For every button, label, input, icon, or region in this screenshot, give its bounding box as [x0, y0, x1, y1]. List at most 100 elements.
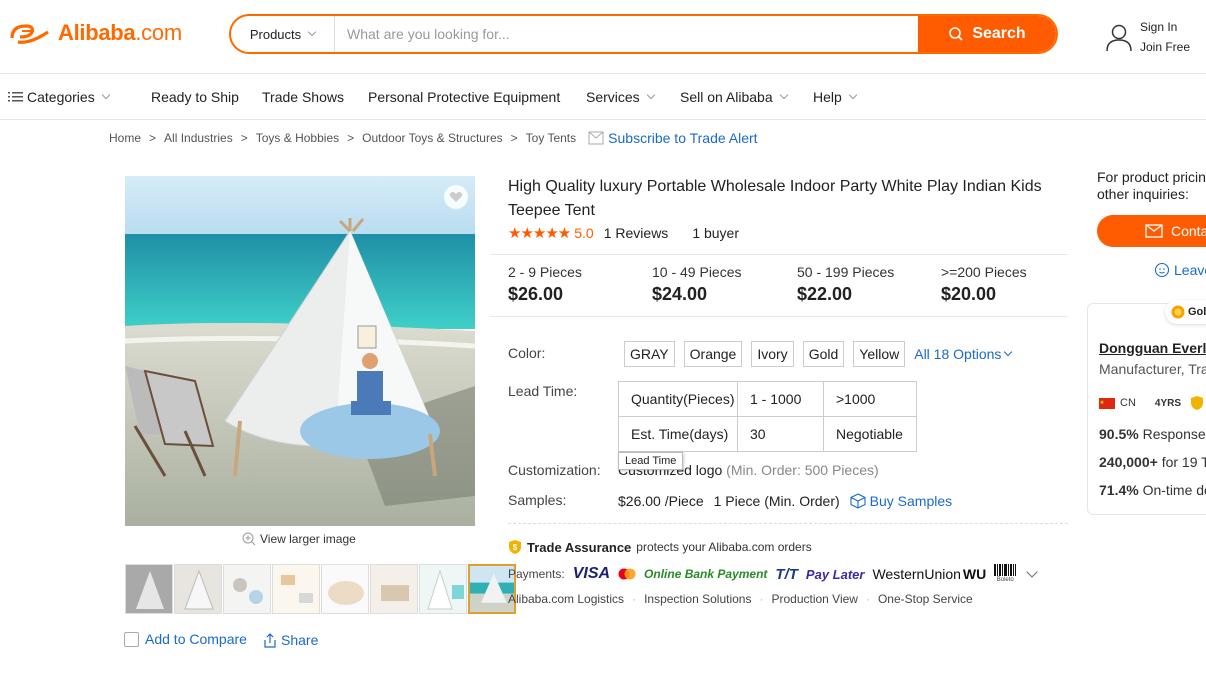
search-input[interactable]: [335, 16, 918, 52]
all-options-link[interactable]: All 18 Options: [914, 346, 1013, 362]
nav-services[interactable]: Services: [586, 89, 655, 105]
supplier-name[interactable]: Dongguan Everlea: [1099, 340, 1206, 356]
price-tiers: 2 - 9 Pieces $26.00 10 - 49 Pieces $24.00 …: [490, 254, 1068, 317]
thumbnail-image: [371, 565, 417, 613]
share-button[interactable]: Share: [262, 632, 318, 648]
price-tier-qty: 50 - 199 Pieces: [797, 264, 895, 280]
favorite-button[interactable]: [444, 185, 468, 209]
thumbnail[interactable]: [321, 564, 369, 614]
contact-supplier-button[interactable]: Conta: [1097, 215, 1206, 247]
customization-label: Customization:: [508, 462, 601, 478]
leave-message-link[interactable]: Leave: [1154, 262, 1206, 278]
thumbnail[interactable]: [125, 564, 173, 614]
compare-label: Add to Compare: [145, 631, 247, 647]
breadcrumb-item[interactable]: Toys & Hobbies: [256, 131, 339, 145]
trade-assurance[interactable]: $ Trade Assurance protects your Alibaba.…: [508, 539, 812, 555]
nav-trade-shows[interactable]: Trade Shows: [262, 89, 344, 105]
response-rate: 90.5% Response: [1099, 426, 1206, 442]
on-time-value: 71.4%: [1099, 482, 1139, 498]
rating-score: 5.0: [574, 225, 594, 241]
logo-text: Alibaba: [58, 20, 136, 45]
service-link[interactable]: One-Stop Service: [878, 592, 973, 606]
breadcrumb-item[interactable]: All Industries: [164, 131, 233, 145]
search-category-select[interactable]: Products: [231, 16, 335, 52]
breadcrumb: Home > All Industries > Toys & Hobbies > Ou…: [109, 130, 758, 146]
chevron-down-icon[interactable]: [1026, 566, 1038, 578]
gold-medal-icon: [1171, 305, 1185, 319]
subscribe-label: Subscribe to Trade Alert: [608, 130, 758, 146]
nav-label: Personal Protective Equipment: [368, 89, 561, 105]
samples-label: Samples:: [508, 492, 567, 508]
color-option[interactable]: Yellow: [853, 341, 906, 367]
alibaba-logo[interactable]: Alibaba.com: [8, 20, 182, 46]
wu-text: WU: [962, 566, 987, 582]
thumbnail-image: [420, 565, 466, 613]
thumbnail[interactable]: [370, 564, 418, 614]
chevron-down-icon: [646, 90, 655, 100]
buyer-count: 1 buyer: [692, 225, 740, 241]
boleto-text: Boleto: [996, 577, 1014, 583]
subscribe-trade-alert[interactable]: Subscribe to Trade Alert: [588, 130, 758, 146]
view-larger-label: View larger image: [260, 532, 356, 546]
service-links: Alibaba.com Logistics · Inspection Soluti…: [508, 592, 973, 606]
nav-help[interactable]: Help: [813, 89, 858, 105]
thumbnail[interactable]: [419, 564, 467, 614]
view-larger-image[interactable]: View larger image: [242, 532, 356, 546]
divider: [508, 523, 1068, 524]
share-icon: [264, 633, 276, 648]
color-option[interactable]: GRAY: [624, 341, 675, 367]
western-union-logo: WesternUnion WU: [872, 566, 986, 582]
buy-samples-link[interactable]: Buy Samples: [850, 493, 952, 509]
reviews-link[interactable]: 1 Reviews: [604, 225, 669, 241]
breadcrumb-item[interactable]: Toy Tents: [526, 131, 576, 145]
nav-ready-to-ship[interactable]: Ready to Ship: [151, 89, 239, 105]
box-icon: [850, 493, 866, 509]
trade-assurance-title: Trade Assurance: [527, 539, 632, 555]
search-button[interactable]: Search: [918, 16, 1056, 52]
nav-ppe[interactable]: Personal Protective Equipment: [368, 89, 560, 105]
breadcrumb-item[interactable]: Outdoor Toys & Structures: [362, 131, 503, 145]
price-tier-price: $24.00: [652, 284, 708, 304]
product-main-image[interactable]: [125, 176, 475, 526]
separator-dot: ·: [865, 592, 870, 606]
supplier-country: CN: [1120, 397, 1136, 409]
service-link[interactable]: Alibaba.com Logistics: [508, 592, 624, 606]
price-tier-price: $22.00: [797, 284, 853, 304]
compare-checkbox[interactable]: [124, 631, 139, 647]
lead-time-cell: 1 - 1000: [737, 381, 824, 417]
separator-dot: ·: [759, 592, 764, 606]
barcode-icon: [994, 564, 1017, 576]
thumbnail[interactable]: [174, 564, 222, 614]
service-link[interactable]: Inspection Solutions: [644, 592, 751, 606]
service-link[interactable]: Production View: [771, 592, 858, 606]
color-option[interactable]: Ivory: [751, 341, 794, 367]
nav-categories[interactable]: Categories: [8, 89, 110, 105]
price-tier-qty: >=200 Pieces: [941, 264, 1027, 280]
join-free-link[interactable]: Join Free: [1140, 37, 1190, 57]
breadcrumb-item[interactable]: Home: [109, 131, 141, 145]
star-rating-icon: ★★★★★: [508, 225, 571, 242]
sign-in-link[interactable]: Sign In: [1140, 17, 1190, 37]
main-nav: Categories Ready to Ship Trade Shows Per…: [0, 75, 1206, 120]
teepee-tent-photo: [125, 176, 475, 526]
add-to-compare[interactable]: Add to Compare: [124, 631, 247, 647]
breadcrumb-separator: >: [240, 131, 248, 145]
thumbnail[interactable]: [272, 564, 320, 614]
user-account[interactable]: Sign In Join Free: [1104, 17, 1190, 57]
thumbnail-image: [322, 565, 368, 613]
lead-time-cell: 30: [737, 416, 824, 452]
color-option[interactable]: Orange: [683, 341, 743, 367]
price-tier: >=200 Pieces $20.00: [941, 264, 1027, 305]
price-tier: 10 - 49 Pieces $24.00: [652, 264, 742, 305]
price-tier-qty: 2 - 9 Pieces: [508, 264, 582, 280]
nav-sell-on-alibaba[interactable]: Sell on Alibaba: [680, 89, 788, 105]
gold-supplier-badge: Gol: [1165, 300, 1206, 324]
chevron-down-icon: [848, 90, 858, 100]
thumbnail-image: [224, 565, 270, 613]
color-options: GRAY Orange Ivory Gold Yellow All 18 Opt…: [624, 341, 1013, 367]
thumbnail[interactable]: [223, 564, 271, 614]
product-title: High Quality luxury Portable Wholesale I…: [508, 178, 1042, 219]
separator-dot: ·: [632, 592, 637, 606]
color-option[interactable]: Gold: [802, 341, 845, 367]
mastercard-icon: [618, 568, 636, 580]
